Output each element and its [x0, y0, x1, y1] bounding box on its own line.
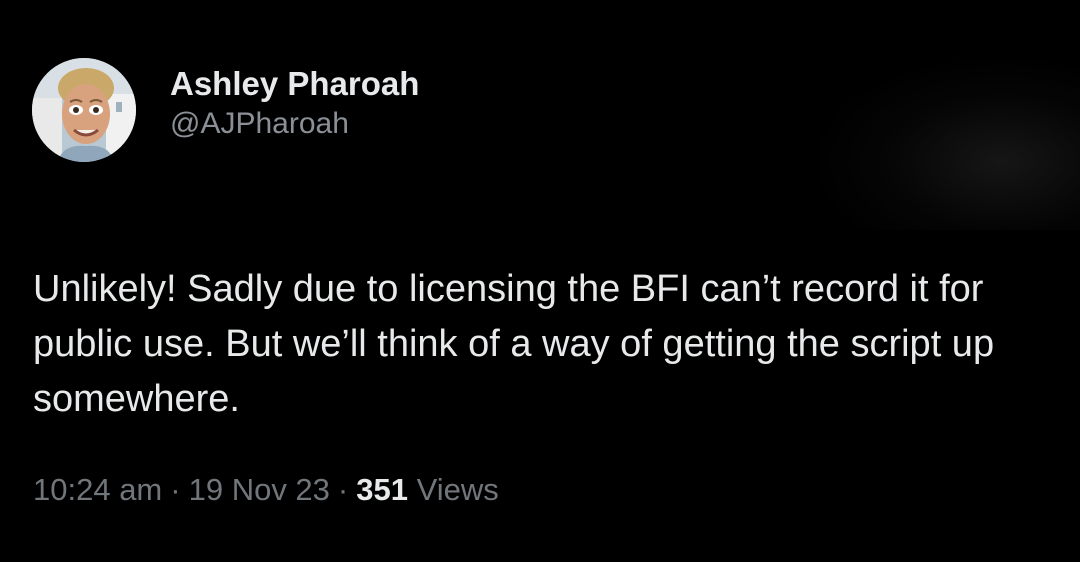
tweet-time[interactable]: 10:24 am — [33, 472, 162, 507]
separator: · — [337, 472, 349, 507]
views-link[interactable]: 351 Views — [356, 472, 499, 507]
author-names: Ashley Pharoah @AJPharoah — [170, 64, 419, 142]
tweet-header: Ashley Pharoah @AJPharoah — [32, 58, 419, 162]
profile-photo-icon — [32, 58, 136, 162]
user-handle[interactable]: @AJPharoah — [170, 106, 419, 142]
avatar[interactable] — [32, 58, 136, 162]
tweet-date[interactable]: 19 Nov 23 — [189, 472, 330, 507]
separator: · — [170, 472, 181, 507]
tweet-text: Unlikely! Sadly due to licensing the BFI… — [33, 268, 995, 420]
tweet-metadata: 10:24 am · 19 Nov 23 · 351 Views — [33, 470, 499, 510]
views-label: Views — [416, 472, 499, 507]
display-name[interactable]: Ashley Pharoah — [170, 64, 419, 104]
views-count: 351 — [356, 472, 408, 507]
background-shadow — [820, 60, 1080, 230]
